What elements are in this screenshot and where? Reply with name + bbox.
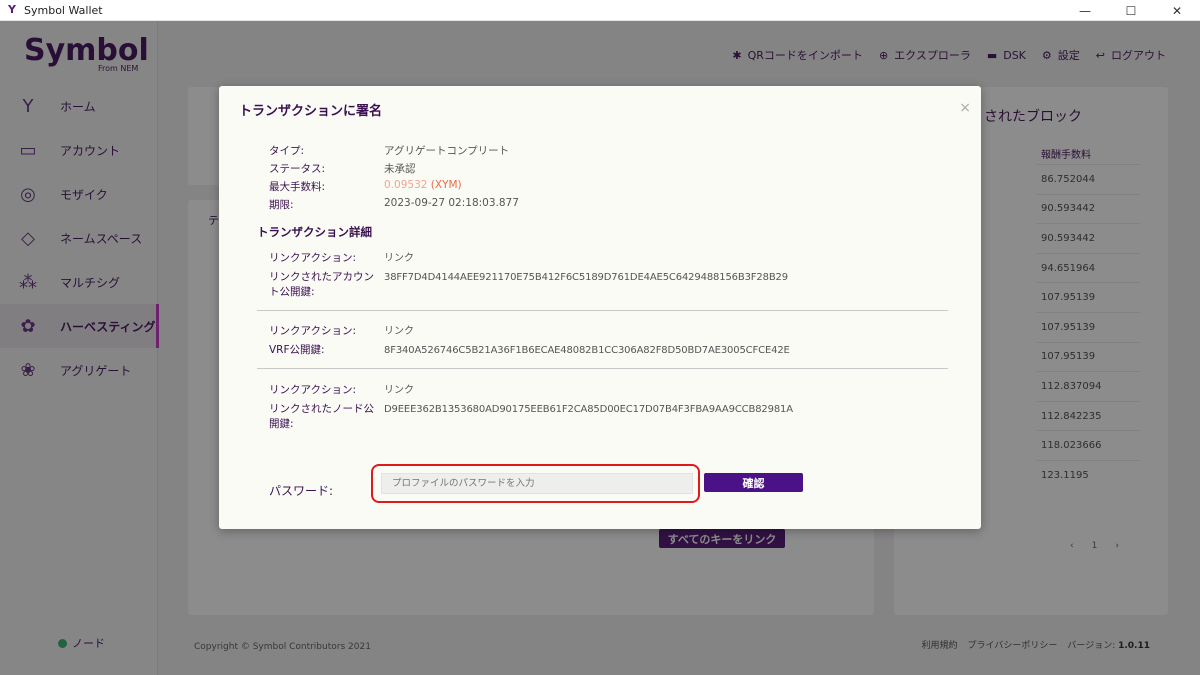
maximize-button[interactable]: ☐	[1108, 0, 1154, 21]
divider	[257, 310, 948, 311]
fee-decimal: 09532	[394, 179, 428, 191]
summary-value: 未承認	[384, 163, 416, 175]
fee-integer: 0.	[384, 179, 395, 191]
confirm-button[interactable]: 確認	[704, 473, 803, 492]
detail-label: リンクアクション:	[269, 325, 357, 337]
detail-row: リンクアクション: リンク	[269, 251, 788, 266]
sign-transaction-modal: トランザクションに署名 × タイプ: アグリゲートコンプリート ステータス: 未…	[219, 86, 981, 529]
window-controls: — ☐ ✕	[1062, 0, 1200, 21]
max-fee-value: 0.09532 (XYM)	[384, 179, 462, 194]
password-label: パスワード:	[269, 484, 334, 498]
detail-row: リンクアクション: リンク	[269, 324, 790, 339]
detail-node-link: リンクアクション: リンク リンクされたノード公開鍵: D9EEE362B135…	[269, 383, 793, 436]
summary-label: タイプ:	[269, 145, 305, 157]
summary-label: 期限:	[269, 199, 294, 211]
summary-status: ステータス: 未承認	[269, 161, 416, 176]
detail-row: VRF公開鍵: 8F340A526746C5B21A36F1B6ECAE4808…	[269, 343, 790, 358]
minimize-button[interactable]: —	[1062, 0, 1108, 21]
detail-value: D9EEE362B1353680AD90175EEB61F2CA85D00EC1…	[384, 404, 793, 415]
summary-value: 2023-09-27 02:18:03.877	[384, 197, 519, 209]
summary-deadline: 期限: 2023-09-27 02:18:03.877	[269, 197, 519, 212]
title-bar: Y Symbol Wallet — ☐ ✕	[0, 0, 1200, 21]
detail-row: リンクされたアカウント公開鍵: 38FF7D4D4144AEE921170E75…	[269, 270, 788, 300]
divider	[257, 368, 948, 369]
detail-value: リンク	[384, 253, 414, 264]
detail-label: VRF公開鍵:	[269, 344, 325, 356]
fee-unit: (XYM)	[427, 179, 462, 191]
detail-label: リンクアクション:	[269, 384, 357, 396]
window-title: Symbol Wallet	[24, 3, 103, 17]
symbol-app-icon: Y	[8, 3, 16, 16]
detail-value: 8F340A526746C5B21A36F1B6ECAE48082B1CC306…	[384, 345, 790, 356]
password-input[interactable]	[381, 473, 693, 494]
detail-value: リンク	[384, 326, 414, 337]
details-title: トランザクション詳細	[257, 225, 372, 239]
detail-value: 38FF7D4D4144AEE921170E75B412F6C5189D761D…	[384, 272, 788, 283]
detail-label: リンクされたアカウント公開鍵:	[269, 271, 374, 298]
close-icon[interactable]: ×	[959, 100, 971, 116]
summary-type: タイプ: アグリゲートコンプリート	[269, 143, 509, 158]
close-window-button[interactable]: ✕	[1154, 0, 1200, 21]
detail-row: リンクアクション: リンク	[269, 383, 793, 398]
detail-label: リンクアクション:	[269, 252, 357, 264]
detail-label: リンクされたノード公開鍵:	[269, 403, 374, 430]
detail-value: リンク	[384, 385, 414, 396]
summary-value: アグリゲートコンプリート	[384, 145, 510, 157]
modal-title: トランザクションに署名	[239, 104, 383, 119]
summary-label: 最大手数料:	[269, 181, 326, 193]
detail-account-link: リンクアクション: リンク リンクされたアカウント公開鍵: 38FF7D4D41…	[269, 251, 788, 304]
summary-label: ステータス:	[269, 163, 326, 175]
detail-vrf-link: リンクアクション: リンク VRF公開鍵: 8F340A526746C5B21A…	[269, 324, 790, 362]
summary-max-fee: 最大手数料: 0.09532 (XYM)	[269, 179, 462, 194]
detail-row: リンクされたノード公開鍵: D9EEE362B1353680AD90175EEB…	[269, 402, 793, 432]
